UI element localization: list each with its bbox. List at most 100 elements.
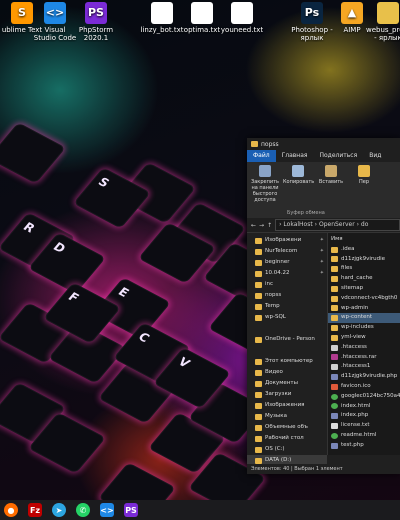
file-row[interactable]: wp-includes <box>328 323 400 333</box>
file-row[interactable]: .htaccess.rar <box>328 353 400 363</box>
nav-item[interactable]: Документы <box>247 378 327 389</box>
nav-item[interactable]: Рабочий стол <box>247 433 327 444</box>
tab-view[interactable]: Вид <box>363 150 387 162</box>
sublime-text-icon: S <box>11 2 33 24</box>
file-row[interactable]: hard_cache <box>328 274 400 284</box>
back-arrow-icon[interactable]: ← <box>251 222 256 229</box>
folder-zip-icon <box>377 2 399 24</box>
address-part[interactable]: LokalHost <box>283 221 312 228</box>
desktop-shortcut[interactable]: PS PhpStorm 2020.1 <box>74 2 118 42</box>
nav-item[interactable]: OS (C:) <box>247 444 327 455</box>
whatsapp-icon[interactable]: ✆ <box>76 503 90 517</box>
file-icon <box>331 364 338 371</box>
nav-item[interactable]: Объемные объ <box>247 422 327 433</box>
folder-icon <box>331 295 338 302</box>
nav-item[interactable]: Музыка <box>247 411 327 422</box>
forward-arrow-icon[interactable]: → <box>259 222 264 229</box>
file-name: license.txt <box>341 422 370 429</box>
nav-item[interactable] <box>247 345 327 356</box>
nav-item[interactable]: Этот компьютер <box>247 356 327 367</box>
nav-item[interactable]: OneDrive - Person <box>247 334 327 345</box>
nav-item-label: Изображения <box>265 402 305 408</box>
desktop-shortcut[interactable]: Ps Photoshop - ярлык <box>290 2 334 42</box>
file-row[interactable]: wp-content <box>328 313 400 324</box>
desktop-shortcut[interactable]: webus_proj... - ярлык <box>366 2 400 42</box>
php-icon <box>331 442 338 449</box>
tab-file[interactable]: Файл <box>247 150 276 162</box>
nav-item[interactable]: порѕѕ <box>247 290 327 301</box>
nav-item[interactable]: Загрузки <box>247 389 327 400</box>
move-button[interactable]: Пер <box>349 165 379 215</box>
nav-item[interactable]: inc <box>247 279 327 290</box>
nav-item[interactable]: Temp <box>247 301 327 312</box>
nav-item[interactable]: 10.04.22 ✦ <box>247 268 327 279</box>
file-row[interactable]: .idea <box>328 245 400 255</box>
file-row[interactable]: license.txt <box>328 421 400 431</box>
file-row[interactable]: googlec0124bc750a44 <box>328 392 400 402</box>
file-row[interactable]: readme.html <box>328 431 400 441</box>
file-list: Имя .idea d11zjgk9virudie files hard_cache s… <box>328 233 400 455</box>
file-name: test.php <box>341 441 364 448</box>
php-icon <box>331 413 338 420</box>
keyboard-key <box>0 122 66 184</box>
nav-item-label: Этот компьютер <box>265 358 313 364</box>
file-row[interactable]: .htaccess1 <box>328 362 400 372</box>
pin-icon: ✦ <box>319 248 324 254</box>
copy-button[interactable]: Копировать <box>283 165 314 215</box>
chrome-icon <box>331 403 338 410</box>
file-row[interactable]: vdconnect-vc4bgth0 <box>328 294 400 304</box>
desktop-shortcut[interactable]: optima.txt <box>180 2 224 34</box>
folder-icon <box>255 435 262 442</box>
nav-item[interactable]: Изображени ✦ <box>247 235 327 246</box>
navigation-pane: Изображени ✦ NurTelecom ✦ beginner ✦ 10.04.22 ✦… <box>247 233 328 466</box>
desktop-shortcut-label: webus_proj... - ярлык <box>366 26 400 42</box>
telegram-icon[interactable]: ➤ <box>52 503 66 517</box>
file-row[interactable]: yml-view <box>328 333 400 343</box>
desktop-shortcut[interactable]: youneed.txt <box>220 2 264 34</box>
file-row[interactable]: .htaccess <box>328 343 400 353</box>
file-row[interactable]: sitemap <box>328 284 400 294</box>
address-part[interactable]: do <box>361 221 368 228</box>
address-path[interactable]: › LokalHost › OpenServer › do <box>275 219 400 231</box>
desktop-shortcut-label: optima.txt <box>183 26 221 34</box>
file-row[interactable]: d11zjgk9virudie.php <box>328 372 400 382</box>
nav-item[interactable]: beginner ✦ <box>247 257 327 268</box>
file-row[interactable]: test.php <box>328 441 400 451</box>
file-row[interactable]: favicon.ico <box>328 382 400 392</box>
folder-icon <box>255 292 262 299</box>
window-titlebar[interactable]: порѕѕ <box>247 138 400 150</box>
phpstorm-icon[interactable]: PS <box>124 503 138 517</box>
file-row[interactable]: wp-admin <box>328 304 400 314</box>
tab-home[interactable]: Главная <box>276 150 314 162</box>
nav-item[interactable] <box>247 323 327 334</box>
file-row[interactable]: d11zjgk9virudie <box>328 255 400 265</box>
address-part[interactable]: OpenServer <box>319 221 355 228</box>
pin-quick-access-button[interactable]: Закрепить на панели быстрого доступа <box>250 165 280 215</box>
folder-icon <box>255 248 262 255</box>
file-name: .idea <box>341 245 355 252</box>
folder-icon <box>255 314 262 321</box>
nav-item[interactable]: NurTelecom ✦ <box>247 246 327 257</box>
file-name: .htaccess.rar <box>341 353 377 360</box>
folder-icon <box>331 266 338 273</box>
desktop-shortcut[interactable]: <> Visual Studio Code <box>33 2 77 42</box>
file-row[interactable]: index.html <box>328 402 400 412</box>
firefox-icon[interactable]: ● <box>4 503 18 517</box>
file-name: d11zjgk9virudie <box>341 255 386 262</box>
folder-icon <box>331 276 338 283</box>
filezilla-icon[interactable]: Fz <box>28 503 42 517</box>
up-arrow-icon[interactable]: ↑ <box>267 222 272 229</box>
desktop-shortcut[interactable]: linzy_bot.txt <box>140 2 184 34</box>
file-row[interactable]: files <box>328 264 400 274</box>
paste-button[interactable]: Вставить <box>316 165 346 215</box>
tab-share[interactable]: Поделиться <box>314 150 364 162</box>
file-row[interactable]: index.php <box>328 411 400 421</box>
column-header-name[interactable]: Имя <box>328 235 400 245</box>
nav-item[interactable]: Видео <box>247 367 327 378</box>
file-name: .htaccess1 <box>341 363 371 370</box>
nav-item[interactable]: wp-SQL <box>247 312 327 323</box>
folder-icon <box>255 380 262 387</box>
vscode-icon[interactable]: <> <box>100 503 114 517</box>
nav-item[interactable]: Изображения <box>247 400 327 411</box>
file-name: wp-admin <box>341 304 369 311</box>
